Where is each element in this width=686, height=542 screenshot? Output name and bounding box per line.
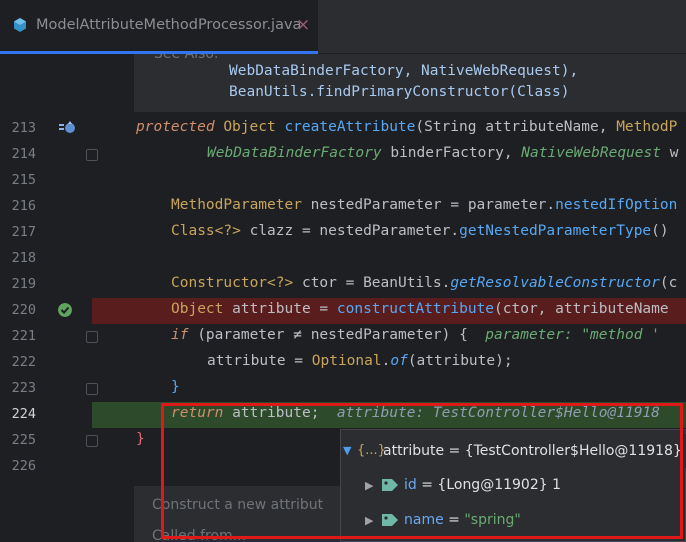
code-text: }: [171, 379, 180, 395]
line-number: 220: [11, 302, 36, 318]
code-text: Constructor<?> ctor = BeanUtils.getResol…: [171, 275, 678, 291]
code-text: WebDataBinderFactory binderFactory, Nati…: [207, 145, 679, 161]
line-number: 222: [11, 354, 36, 370]
code-line-216: 216 MethodParameter nestedParameter = pa…: [0, 194, 686, 220]
line-number: 213: [11, 120, 36, 136]
tab-label: ModelAttributeMethodProcessor.java: [36, 17, 302, 33]
javadoc-see-also: See Also:: [154, 54, 219, 62]
code-line-219: 219 Constructor<?> ctor = BeanUtils.getR…: [0, 272, 686, 298]
fold-icon[interactable]: [86, 331, 98, 343]
javadoc-line: BeanUtils.findPrimaryConstructor(Class): [229, 84, 570, 100]
tab-model-attribute-method-processor[interactable]: ModelAttributeMethodProcessor.java ×: [0, 0, 318, 54]
annotation-highlight-box: [161, 403, 683, 539]
line-number: 221: [11, 328, 36, 344]
line-number: 218: [11, 250, 36, 266]
code-line-222: 222 attribute = Optional.of(attribute);: [0, 350, 686, 376]
code-line-213: 213 protected Object createAttribute(Str…: [0, 116, 686, 142]
code-text: if (parameter ≠ nestedParameter) { param…: [171, 327, 660, 343]
code-text: }: [136, 431, 145, 447]
line-number: 217: [11, 224, 36, 240]
code-text: attribute = Optional.of(attribute);: [207, 353, 513, 369]
code-line-214: 214 WebDataBinderFactory binderFactory, …: [0, 142, 686, 168]
line-number: 219: [11, 276, 36, 292]
code-line-221: 221 if (parameter ≠ nestedParameter) { p…: [0, 324, 686, 350]
fold-icon[interactable]: [86, 149, 98, 161]
line-number: 226: [11, 458, 36, 474]
close-icon[interactable]: ×: [296, 15, 310, 35]
breakpoint-check-icon[interactable]: [58, 303, 72, 317]
line-number: 216: [11, 198, 36, 214]
line-number: 215: [11, 172, 36, 188]
fold-icon[interactable]: [86, 383, 98, 395]
code-line-217: 217 Class<?> clazz = nestedParameter.get…: [0, 220, 686, 246]
fold-icon[interactable]: [86, 435, 98, 447]
editor-tab-bar: ModelAttributeMethodProcessor.java ×: [0, 0, 686, 54]
code-text: protected Object createAttribute(String …: [136, 119, 678, 135]
code-line-215: 215: [0, 168, 686, 194]
code-text: MethodParameter nestedParameter = parame…: [171, 197, 678, 213]
javadoc-line: WebDataBinderFactory, NativeWebRequest),: [229, 63, 579, 79]
line-number: 223: [11, 380, 36, 396]
java-class-icon: [14, 18, 26, 32]
code-line-218: 218: [0, 246, 686, 272]
line-number: 225: [11, 432, 36, 448]
code-line-223: 223 }: [0, 376, 686, 402]
code-text: Object attribute = constructAttribute(ct…: [171, 301, 669, 317]
line-number: 214: [11, 146, 36, 162]
override-method-icon[interactable]: [58, 120, 76, 136]
code-text: Class<?> clazz = nestedParameter.getNest…: [171, 223, 669, 239]
line-number: 224: [11, 406, 36, 422]
code-line-220: 220 Object attribute = constructAttribut…: [0, 298, 686, 324]
